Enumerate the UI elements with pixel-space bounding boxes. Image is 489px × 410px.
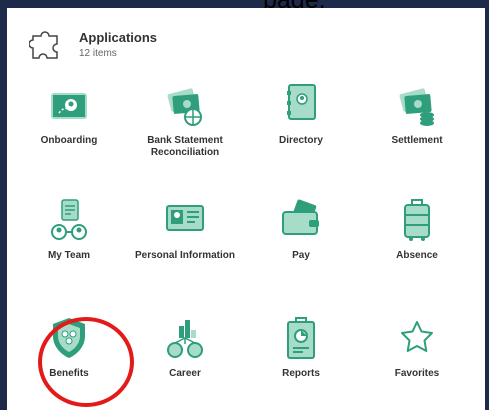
app-tile-my-team[interactable]: My Team	[14, 198, 124, 288]
app-tile-personal-information[interactable]: Personal Information	[130, 198, 240, 288]
pay-icon	[282, 199, 319, 235]
item-count: 12 items	[79, 48, 117, 59]
app-tile-career[interactable]: Career	[130, 316, 240, 406]
app-tile-favorites[interactable]: Favorites	[362, 316, 472, 406]
app-tile-absence[interactable]: Absence	[362, 198, 472, 288]
directory-icon	[287, 84, 316, 120]
absence-icon	[404, 199, 430, 241]
reports-icon	[287, 317, 315, 359]
applications-panel: Applications 12 items Onboarding Bank St…	[7, 8, 485, 410]
my-team-icon	[51, 199, 87, 240]
app-tile-onboarding[interactable]: Onboarding	[14, 83, 124, 173]
app-label: Onboarding	[40, 135, 98, 146]
app-label: Bank Statement Reconciliation	[147, 135, 223, 158]
onboarding-icon	[51, 93, 87, 119]
app-label: Favorites	[394, 368, 440, 379]
app-label: Absence	[396, 250, 438, 261]
highlight-circle	[38, 317, 134, 407]
bank-statement-icon	[167, 88, 202, 126]
app-label: Directory	[279, 135, 323, 146]
right-frame-bar	[485, 0, 489, 410]
app-tile-pay[interactable]: Pay	[246, 198, 356, 288]
settlement-icon	[399, 88, 434, 126]
career-icon	[167, 320, 203, 358]
app-tile-directory[interactable]: Directory	[246, 83, 356, 173]
app-tile-settlement[interactable]: Settlement	[362, 83, 472, 173]
app-label: Reports	[282, 368, 320, 379]
app-tile-reports[interactable]: Reports	[246, 316, 356, 406]
favorites-icon	[401, 321, 433, 352]
puzzle-icon	[29, 31, 58, 59]
personal-information-icon	[166, 205, 204, 231]
panel-title: Applications	[79, 30, 158, 45]
top-frame-bar	[0, 0, 489, 8]
app-label: My Team	[47, 250, 91, 261]
app-tile-bank-statement[interactable]: Bank Statement Reconciliation	[130, 83, 240, 173]
app-label: Personal Information	[134, 250, 235, 261]
app-label: Career	[169, 368, 201, 379]
app-label: Pay	[292, 250, 310, 261]
left-frame-bar	[0, 0, 7, 410]
app-label: Settlement	[391, 135, 443, 146]
